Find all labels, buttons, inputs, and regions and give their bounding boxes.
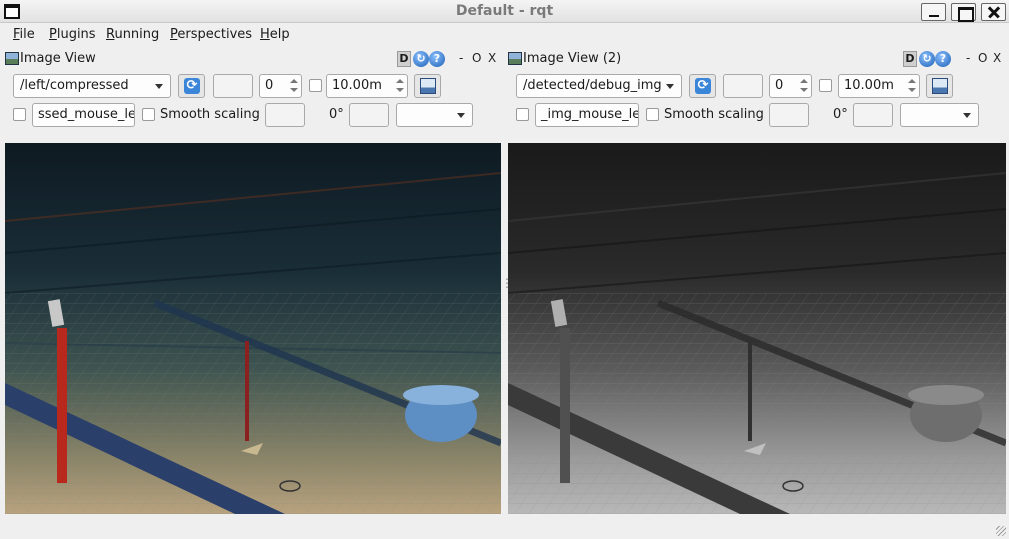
status-bar xyxy=(0,516,1009,539)
menu-running[interactable]: Running xyxy=(106,27,159,42)
rotation-label: 0° xyxy=(329,107,344,122)
refresh-topics-button[interactable]: ⟳ xyxy=(178,74,205,98)
topic-toolbar: /detected/debug_img ⟳ 0 10.00m xyxy=(507,74,1007,98)
timeout-value: 10.00m xyxy=(844,78,894,93)
debug-image[interactable] xyxy=(508,143,1006,514)
image-view-icon xyxy=(5,52,19,65)
save-icon xyxy=(420,78,436,94)
timeout-spinbox[interactable]: 10.00m xyxy=(838,74,920,98)
panel-header: Image View (2) D ↻ ? - O X xyxy=(507,49,1007,69)
number-spinbox[interactable]: 0 xyxy=(769,74,812,98)
reload-icon[interactable]: ↻ xyxy=(413,51,429,67)
mouse-publish-checkbox[interactable] xyxy=(13,108,26,121)
image-view-panel: Image View D ↻ ? - O X /left/compressed … xyxy=(4,47,502,516)
camera-image[interactable] xyxy=(5,143,501,514)
timeout-checkbox[interactable] xyxy=(819,79,832,92)
help-icon[interactable]: ? xyxy=(935,51,951,67)
spin-arrows-icon[interactable] xyxy=(799,77,809,95)
smooth-scaling-label: Smooth scaling xyxy=(664,107,764,122)
chevron-down-icon xyxy=(457,113,465,118)
maximize-window-button[interactable] xyxy=(951,3,976,22)
number-value: 0 xyxy=(265,78,274,93)
panel-title: Image View (2) xyxy=(523,51,622,66)
options-toolbar: _img_mouse_left Smooth scaling 0° xyxy=(507,103,1007,127)
float-panel-button[interactable]: O xyxy=(472,51,481,65)
refresh-topics-button[interactable]: ⟳ xyxy=(689,74,716,98)
smooth-scaling-checkbox[interactable] xyxy=(646,108,659,121)
options-toolbar: ssed_mouse_left Smooth scaling 0° xyxy=(4,103,502,127)
float-panel-button[interactable]: O xyxy=(978,51,987,65)
scale-field[interactable] xyxy=(769,103,809,127)
window-titlebar: Default - rqt xyxy=(0,0,1009,23)
menu-perspectives[interactable]: Perspectives xyxy=(170,27,252,42)
refresh-icon: ⟳ xyxy=(184,78,200,94)
mouse-publish-checkbox[interactable] xyxy=(516,108,529,121)
menubar: File Plugins Running Perspectives Help xyxy=(0,24,1009,46)
smooth-scaling-label: Smooth scaling xyxy=(160,107,260,122)
chevron-down-icon xyxy=(666,84,674,89)
minimize-panel-button[interactable]: - xyxy=(966,51,970,65)
timeout-value: 10.00m xyxy=(332,78,382,93)
number-spinbox[interactable]: 0 xyxy=(259,74,302,98)
dock-d-button[interactable]: D xyxy=(397,51,411,67)
panel-header: Image View D ↻ ? - O X xyxy=(4,49,502,69)
topic-value: /detected/debug_img xyxy=(523,78,662,93)
spin-arrows-icon[interactable] xyxy=(907,77,917,95)
mouse-topic-field[interactable]: ssed_mouse_left xyxy=(32,103,135,127)
mouse-topic-value: ssed_mouse_left xyxy=(38,107,135,122)
panel-splitter-handle[interactable] xyxy=(501,276,513,292)
rotation-label: 0° xyxy=(833,107,848,122)
number-value: 0 xyxy=(775,78,784,93)
smooth-scaling-checkbox[interactable] xyxy=(142,108,155,121)
menu-file[interactable]: File xyxy=(13,27,35,42)
dock-d-button[interactable]: D xyxy=(903,51,917,67)
mouse-topic-value: _img_mouse_left xyxy=(541,107,639,122)
refresh-icon: ⟳ xyxy=(695,78,711,94)
timeout-spinbox[interactable]: 10.00m xyxy=(326,74,408,98)
scale-field[interactable] xyxy=(265,103,305,127)
resize-grip-icon[interactable] xyxy=(996,526,1006,536)
menu-help[interactable]: Help xyxy=(260,27,290,42)
window-title: Default - rqt xyxy=(455,3,554,19)
image-view-2-panel: Image View (2) D ↻ ? - O X /detected/deb… xyxy=(507,47,1007,516)
chevron-down-icon xyxy=(155,84,163,89)
timeout-checkbox[interactable] xyxy=(309,79,322,92)
rotation-select[interactable] xyxy=(396,103,473,127)
save-icon xyxy=(932,78,948,94)
topic-filter-field[interactable] xyxy=(213,74,253,98)
topic-value: /left/compressed xyxy=(20,78,129,93)
help-icon[interactable]: ? xyxy=(429,51,445,67)
save-image-button[interactable] xyxy=(414,74,441,98)
rotation-select[interactable] xyxy=(900,103,979,127)
topic-filter-field[interactable] xyxy=(723,74,763,98)
spin-arrows-icon[interactable] xyxy=(395,77,405,95)
image-view-icon xyxy=(508,52,522,65)
save-image-button[interactable] xyxy=(926,74,953,98)
menu-plugins[interactable]: Plugins xyxy=(49,27,96,42)
minimize-panel-button[interactable]: - xyxy=(459,51,463,65)
pool-image xyxy=(5,143,501,514)
close-window-button[interactable] xyxy=(981,3,1006,21)
rotation-field[interactable] xyxy=(349,103,389,127)
rotation-field[interactable] xyxy=(853,103,893,127)
spin-arrows-icon[interactable] xyxy=(289,77,299,95)
topic-toolbar: /left/compressed ⟳ 0 10.00m xyxy=(4,74,502,98)
mouse-topic-field[interactable]: _img_mouse_left xyxy=(535,103,639,127)
minimize-window-button[interactable] xyxy=(921,3,946,21)
topic-select[interactable]: /left/compressed xyxy=(13,74,171,98)
reload-icon[interactable]: ↻ xyxy=(919,51,935,67)
close-panel-button[interactable]: X xyxy=(993,51,1001,65)
debug-grayscale-image xyxy=(508,143,1006,514)
topic-select[interactable]: /detected/debug_img xyxy=(516,74,682,98)
close-panel-button[interactable]: X xyxy=(488,51,496,65)
panel-title: Image View xyxy=(20,51,96,66)
chevron-down-icon xyxy=(963,113,971,118)
